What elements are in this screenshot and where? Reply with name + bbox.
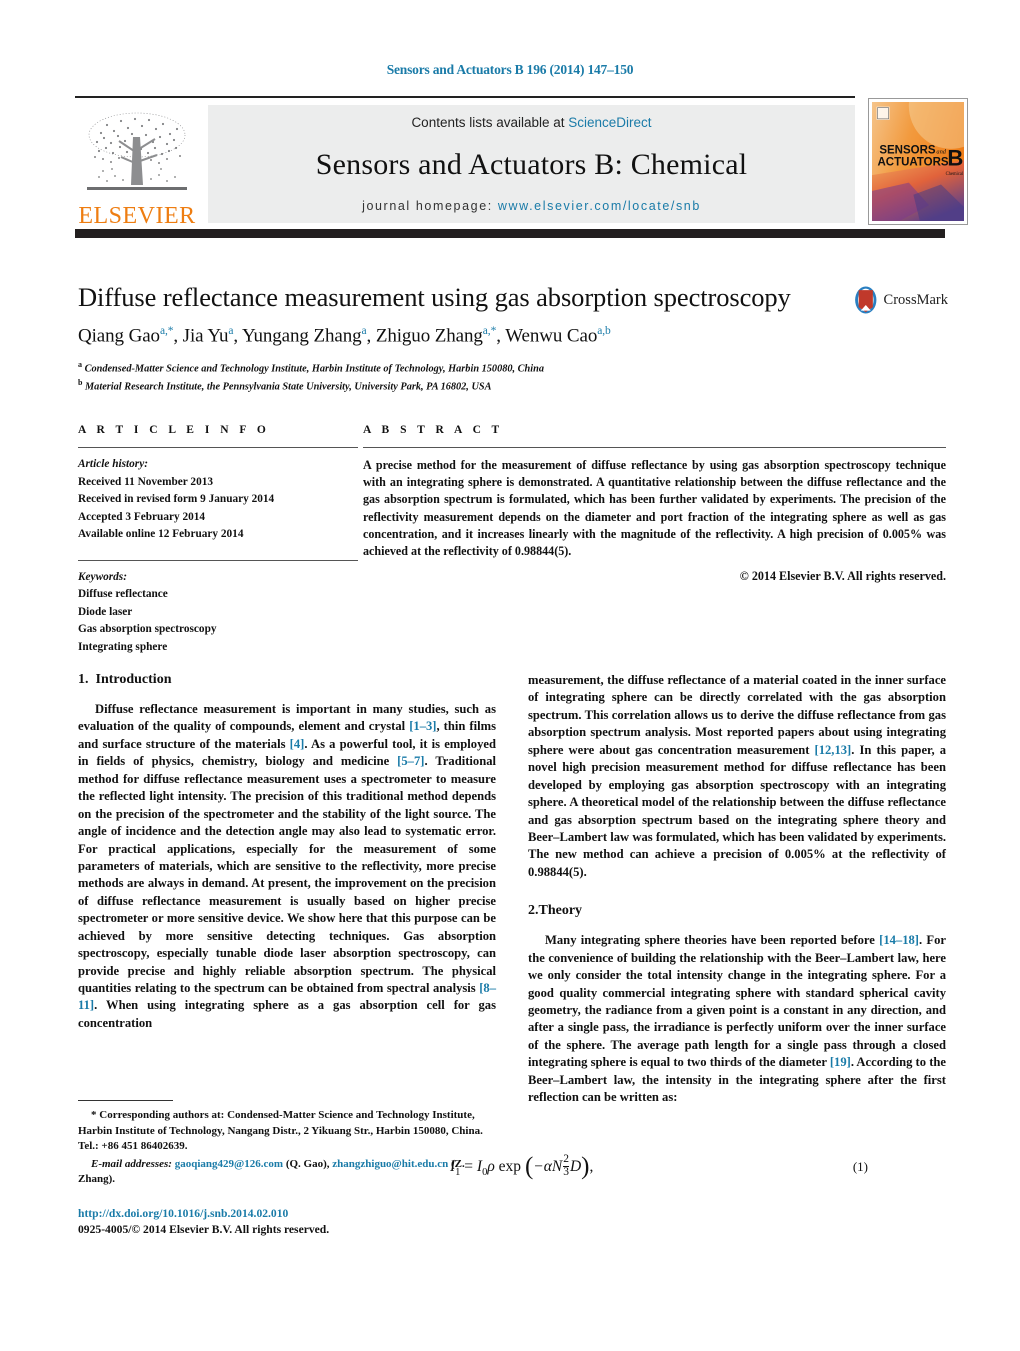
svg-text:SENSORS: SENSORS xyxy=(879,143,935,156)
abstract-copyright: © 2014 Elsevier B.V. All rights reserved… xyxy=(739,569,946,584)
email-owner-gao: (Q. Gao), xyxy=(283,1157,333,1170)
abstract-heading: A B S T R A C T xyxy=(363,424,504,436)
article-info-heading: A R T I C L E I N F O xyxy=(78,424,270,436)
history-received: Received 11 November 2013 xyxy=(78,475,214,488)
corresponding-author-text: Corresponding authors at: Condensed-Matt… xyxy=(78,1109,483,1152)
intro-text-4: . Traditional method for diffuse reflect… xyxy=(78,754,496,995)
equation-number-1: (1) xyxy=(852,1159,868,1175)
journal-cover-image: SENSORS and ACTUATORS B Chemical xyxy=(872,102,964,221)
footnote-rule xyxy=(78,1100,173,1101)
abstract-text: A precise method for the measurement of … xyxy=(363,458,946,558)
history-revised: Received in revised form 9 January 2014 xyxy=(78,493,275,505)
theory-paragraph: Many integrating sphere theories have be… xyxy=(528,932,946,1106)
journal-masthead: ELSEVIER Contents lists available at Sci… xyxy=(75,96,968,238)
eq-fraction-two-thirds: 23 xyxy=(563,1153,569,1178)
masthead-top-rule xyxy=(75,96,855,98)
theory-text-2: . For the convenience of building the re… xyxy=(528,933,946,1070)
section-title-theory: Theory xyxy=(538,903,583,919)
svg-text:B: B xyxy=(947,146,963,171)
affiliation-a: a Condensed-Matter Science and Technolog… xyxy=(78,359,544,375)
eq-frac-numerator: 2 xyxy=(563,1153,569,1165)
title-block: Diffuse reflectance measurement using ga… xyxy=(78,282,948,395)
contents-line: Contents lists available at ScienceDirec… xyxy=(411,115,651,130)
article-info-rule xyxy=(78,447,358,448)
intro-paragraph-right: measurement, the diffuse reflectance of … xyxy=(528,672,946,881)
intro-text-6: . In this paper, a novel high precision … xyxy=(528,742,946,879)
eq-open-paren: ( xyxy=(524,1152,534,1180)
article-info-column: A R T I C L E I N F O Article history: R… xyxy=(78,424,358,656)
keywords-rule xyxy=(78,559,358,561)
journal-cover-thumbnail[interactable]: SENSORS and ACTUATORS B Chemical xyxy=(868,98,968,225)
keyword-2: Gas absorption spectroscopy xyxy=(78,623,217,635)
svg-text:and: and xyxy=(936,148,946,155)
author-list: Qiang Gaoa,*, Jia Yua, Yungang Zhanga, Z… xyxy=(78,325,611,347)
crossmark-icon xyxy=(855,286,877,314)
homepage-prefix: journal homepage: xyxy=(362,199,498,213)
svg-text:ACTUATORS: ACTUATORS xyxy=(878,156,949,169)
footnote-block: * Corresponding authors at: Condensed-Ma… xyxy=(78,1100,496,1188)
section-heading-introduction: 1. Introduction xyxy=(78,672,496,688)
keyword-1: Diode laser xyxy=(78,605,133,618)
elsevier-tree-icon xyxy=(87,112,187,190)
section-number-2: 2. xyxy=(528,903,539,919)
email-link-zhang[interactable]: zhangzhiguo@hit.edu.cn xyxy=(332,1158,448,1170)
affiliation-b: b Material Research Institute, the Penns… xyxy=(78,377,492,393)
eq-trailing-comma: , xyxy=(589,1157,594,1175)
crossmark-label: CrossMark xyxy=(883,291,948,308)
elsevier-logo: ELSEVIER xyxy=(77,106,197,228)
keyword-0: Diffuse reflectance xyxy=(78,588,168,600)
svg-text:Chemical: Chemical xyxy=(946,172,964,177)
section-title-introduction: Introduction xyxy=(95,672,172,687)
masthead-box: Contents lists available at ScienceDirec… xyxy=(208,105,855,223)
citation-1-3[interactable]: [1–3] xyxy=(409,719,436,733)
eq-D: D xyxy=(569,1157,582,1175)
crossmark-badge[interactable]: CrossMark xyxy=(853,278,948,322)
email-link-gao[interactable]: gaoqiang429@126.com xyxy=(175,1158,283,1170)
masthead-bottom-rule xyxy=(75,229,945,238)
citation-19[interactable]: [19] xyxy=(830,1055,851,1069)
intro-text-5-start: . When using integrating sphere as a gas… xyxy=(78,998,496,1030)
intro-paragraph-left: Diffuse reflectance measurement is impor… xyxy=(78,701,496,1032)
eq-minus-alpha-N: −αN xyxy=(533,1157,563,1175)
footer-block: http://dx.doi.org/10.1016/j.snb.2014.02.… xyxy=(78,1206,508,1238)
paper-page: Sensors and Actuators B 196 (2014) 147–1… xyxy=(0,0,1020,1351)
theory-text-1: Many integrating sphere theories have be… xyxy=(545,933,880,948)
page-title: Diffuse reflectance measurement using ga… xyxy=(78,282,791,312)
equation-row-1: I1 = I0ρ exp (−αN 2 3 D), (1) xyxy=(450,1152,868,1180)
citation-12-13[interactable]: [12,13] xyxy=(815,743,852,757)
journal-homepage-line: journal homepage: www.elsevier.com/locat… xyxy=(362,199,701,213)
sciencedirect-link[interactable]: ScienceDirect xyxy=(568,115,651,130)
journal-homepage-link[interactable]: www.elsevier.com/locate/snb xyxy=(498,199,701,213)
journal-title: Sensors and Actuators B: Chemical xyxy=(315,147,748,181)
section-number-1: 1. xyxy=(78,672,89,687)
issn-copyright-line: 0925-4005/© 2014 Elsevier B.V. All right… xyxy=(78,1223,330,1237)
email-label: E-mail addresses: xyxy=(91,1157,172,1170)
citation-14-18[interactable]: [14–18] xyxy=(879,933,919,947)
citation-4[interactable]: [4] xyxy=(290,737,305,751)
abstract-rule xyxy=(363,447,946,448)
elsevier-wordmark: ELSEVIER xyxy=(78,203,196,229)
eq-exp: exp xyxy=(498,1157,522,1175)
history-online: Available online 12 February 2014 xyxy=(78,528,244,540)
eq-close-paren: ) xyxy=(581,1152,590,1180)
keyword-3: Integrating sphere xyxy=(78,640,168,653)
affiliations: a Condensed-Matter Science and Technolog… xyxy=(78,359,946,395)
section-heading-theory: 2.Theory xyxy=(528,903,946,919)
running-head: Sensors and Actuators B 196 (2014) 147–1… xyxy=(386,62,634,77)
eq-frac-denominator: 3 xyxy=(563,1165,569,1178)
right-column: measurement, the diffuse reflectance of … xyxy=(528,672,946,1107)
left-column: 1. Introduction Diffuse reflectance measu… xyxy=(78,672,496,1032)
history-accepted: Accepted 3 February 2014 xyxy=(78,510,206,523)
citation-5-7[interactable]: [5–7] xyxy=(397,754,424,768)
keywords-label: Keywords: xyxy=(78,570,127,583)
email-note: E-mail addresses: gaoqiang429@126.com (Q… xyxy=(78,1157,496,1188)
abstract-column: A B S T R A C T A precise method for the… xyxy=(363,424,946,584)
article-history-label: Article history: xyxy=(78,458,148,470)
corresponding-author-note: * Corresponding authors at: Condensed-Ma… xyxy=(78,1108,496,1155)
doi-link[interactable]: http://dx.doi.org/10.1016/j.snb.2014.02.… xyxy=(78,1206,508,1222)
contents-prefix: Contents lists available at xyxy=(411,115,569,130)
